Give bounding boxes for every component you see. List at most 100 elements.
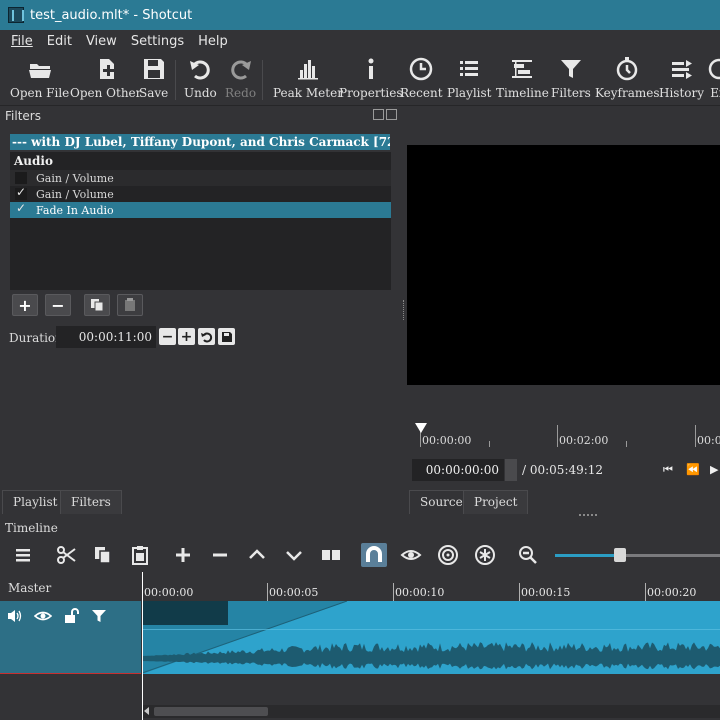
open-other-button[interactable]: Open Other [70,56,141,104]
timeline-button[interactable]: Timeline [496,56,549,104]
duration-input[interactable]: 00:00:11:00 [56,326,156,348]
stopwatch-icon [617,57,638,81]
scrub-toggle[interactable] [398,543,424,567]
append-button[interactable] [170,543,196,567]
ripple-all-toggle[interactable] [472,543,498,567]
play-icon[interactable]: ▶ [710,463,718,476]
history-icon [671,60,692,79]
playlist-button[interactable]: Playlist [447,56,492,104]
recent-button[interactable]: Recent [400,56,443,104]
filter-checkbox[interactable] [15,185,27,200]
duration-reset-button[interactable] [198,328,215,345]
menu-settings[interactable]: Settings [124,34,191,49]
filters-button[interactable]: Filters [551,56,591,104]
shotcut-app-icon [8,7,24,23]
scroll-left-icon[interactable] [144,707,149,715]
audio-clip[interactable] [142,601,720,674]
duration-increase-button[interactable]: + [178,328,195,345]
filter-checkbox[interactable] [15,172,27,184]
plus-icon: + [18,295,32,315]
remove-button[interactable] [207,543,233,567]
save-icon [221,331,232,342]
tab-project[interactable]: Project [463,490,529,514]
audio-track-header[interactable] [0,601,141,674]
export-button[interactable]: Ex [705,56,720,104]
remove-filter-button[interactable]: − [45,294,71,316]
hamburger-icon [16,549,30,562]
float-panel-icon[interactable] [373,109,384,120]
menu-edit[interactable]: Edit [40,34,79,49]
peak-meter-icon [297,60,318,80]
paste-filters-button[interactable] [117,294,143,316]
filter-row-selected[interactable]: Fade In Audio [10,201,391,218]
paste-icon [125,298,135,311]
snap-toggle[interactable] [361,543,387,567]
undo-button[interactable]: Undo [184,56,217,104]
duration-decrease-button[interactable]: − [159,328,176,345]
timeline-icon [512,60,533,78]
menu-help[interactable]: Help [191,34,235,49]
filter-icon[interactable] [90,607,108,625]
menu-file[interactable]: File [4,34,40,49]
video-viewer [407,145,720,385]
main-toolbar: Open File Open Other Save Undo Redo Peak… [0,52,720,106]
ruler-label: 00:00:00 [422,434,472,447]
zoom-slider-handle[interactable] [614,548,626,562]
filter-checkbox[interactable] [15,201,27,216]
timeline-panel-title: Timeline [5,521,58,535]
ruler-label: 00:00:10 [395,586,445,599]
minus-icon: − [161,328,174,345]
copy-filters-button[interactable] [84,294,110,316]
peak-meter-button[interactable]: Peak Meter [273,56,343,104]
menu-view[interactable]: View [79,34,124,49]
timeline-menu-button[interactable] [10,543,36,567]
keyframes-button[interactable]: Keyframes [595,56,660,104]
ruler-tick [267,583,268,601]
target-icon [438,545,458,565]
redo-icon [230,60,251,80]
timeline-horizontal-scrollbar[interactable] [142,705,720,718]
skip-previous-icon[interactable]: ⏮ [663,463,673,477]
split-button[interactable] [318,543,344,567]
properties-button[interactable]: Properties [339,56,402,104]
cut-button[interactable] [53,543,79,567]
rewind-icon[interactable]: ⏪ [686,463,700,476]
ruler-label: 00:04 [697,434,720,447]
funnel-icon [560,60,581,78]
audio-track-area[interactable] [142,601,720,674]
scissors-icon [57,546,76,564]
ruler-tick [626,441,627,447]
lift-button[interactable] [244,543,270,567]
filter-list[interactable]: Audio Gain / Volume Gain / Volume Fade I… [10,152,391,290]
unlock-icon[interactable] [62,607,80,625]
ripple-toggle[interactable] [435,543,461,567]
panel-splitter[interactable] [403,300,406,320]
close-panel-icon[interactable] [386,109,397,120]
tab-playlist[interactable]: Playlist [2,490,69,514]
add-filter-button[interactable]: + [12,294,38,316]
ruler-label: 00:00:15 [521,586,571,599]
current-timecode-input[interactable]: 00:00:00:00 [412,459,504,481]
filter-row[interactable]: Gain / Volume [10,185,391,202]
eye-icon[interactable] [34,607,52,625]
timeline-playhead[interactable] [142,572,143,720]
zoom-out-button[interactable] [515,543,541,567]
redo-button[interactable]: Redo [225,56,256,104]
copy-button[interactable] [90,543,116,567]
history-button[interactable]: History [659,56,704,104]
timecode-spinner[interactable] [505,459,517,481]
scrollbar-thumb[interactable] [154,707,268,716]
speaker-icon[interactable] [6,607,24,625]
duration-save-button[interactable] [218,328,235,345]
eye-icon [400,550,422,560]
save-button[interactable]: Save [139,56,168,104]
overwrite-button[interactable] [281,543,307,567]
filter-row[interactable]: Gain / Volume [10,170,391,186]
viewer-ruler[interactable]: 00:00:00 00:02:00 00:04 [415,425,720,451]
viewer-playhead[interactable] [415,423,427,433]
open-file-button[interactable]: Open File [10,56,69,104]
timeline-ruler[interactable]: 00:00:00 00:00:05 00:00:10 00:00:15 00:0… [142,572,720,601]
dock-splitter[interactable] [579,514,597,516]
paste-button[interactable] [127,543,153,567]
tab-filters[interactable]: Filters [60,490,122,514]
